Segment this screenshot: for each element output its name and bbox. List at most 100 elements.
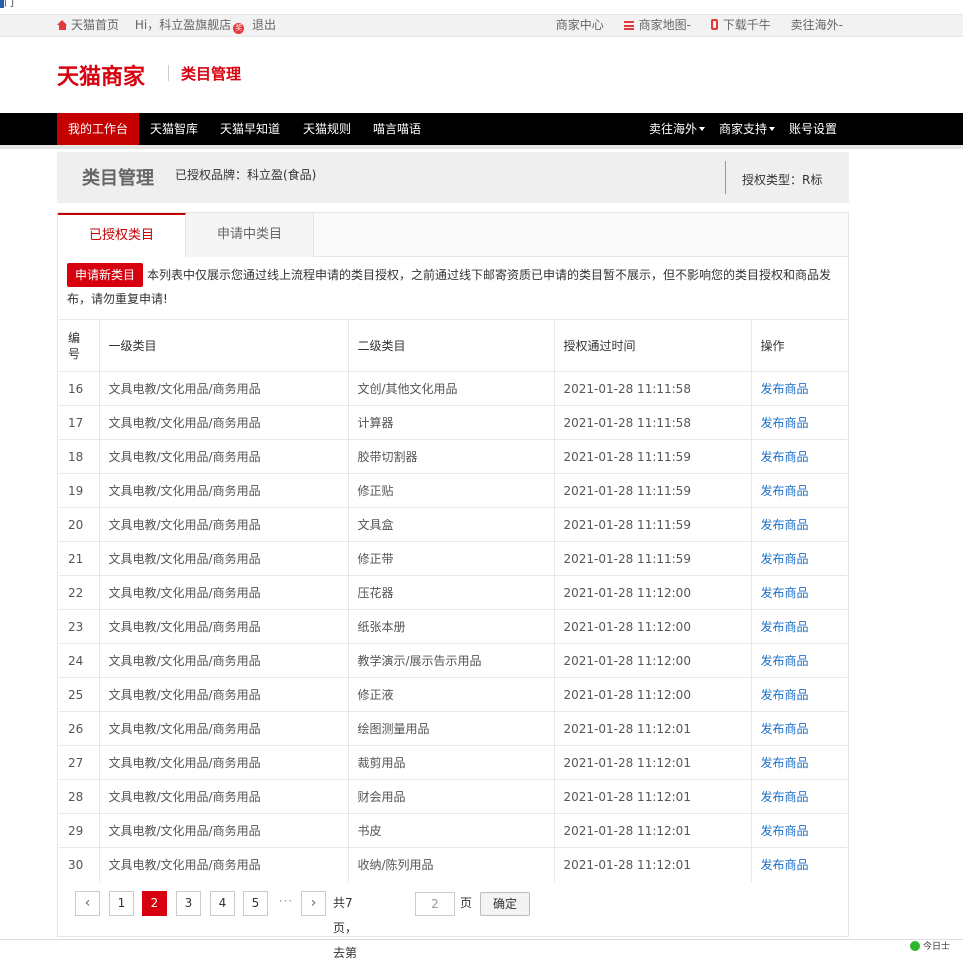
nav-miao-yan[interactable]: 喵言喵语 <box>362 113 432 145</box>
row-number: 27 <box>59 745 100 780</box>
row-action: 发布商品 <box>751 745 847 780</box>
nav-merchant-support[interactable]: 商家支持 <box>708 113 786 145</box>
row-level1: 文具电教/文化用品/商务用品 <box>99 541 349 576</box>
next-page-button[interactable]: › <box>301 891 326 916</box>
row-level2: 胶带切割器 <box>348 439 555 474</box>
category-panel: 已授权类目 申请中类目 申请新类目 本列表中仅展示您通过线上流程申请的类目授权，之… <box>57 212 849 960</box>
download-qianniu-link[interactable]: 下载千牛 <box>710 18 771 32</box>
page-3-button[interactable]: 3 <box>176 891 201 916</box>
row-action: 发布商品 <box>751 677 847 712</box>
nav-tmall-think-tank[interactable]: 天猫智库 <box>139 113 209 145</box>
tab-authorized-categories[interactable]: 已授权类目 <box>58 213 186 258</box>
row-level2: 收纳/陈列用品 <box>348 847 555 882</box>
goto-page-input[interactable] <box>415 892 455 916</box>
row-number: 19 <box>59 473 100 508</box>
row-level1: 文具电教/文化用品/商务用品 <box>99 371 349 406</box>
row-auth-time: 2021-01-28 11:12:00 <box>554 609 752 644</box>
prev-page-button[interactable]: ‹ <box>75 891 100 916</box>
merchant-map-link[interactable]: 商家地图- <box>623 18 691 32</box>
main-nav: 我的工作台 天猫智库 天猫早知道 天猫规则 喵言喵语 卖往海外 商家支持 账号设… <box>0 113 963 145</box>
logout-link[interactable]: 退出 <box>252 18 276 32</box>
table-row: 16 文具电教/文化用品/商务用品 文创/其他文化用品 2021-01-28 11:1… <box>59 371 847 406</box>
row-level1: 文具电教/文化用品/商务用品 <box>99 405 349 440</box>
apply-new-category-button[interactable]: 申请新类目 <box>67 263 144 287</box>
row-level2: 书皮 <box>348 813 555 848</box>
row-auth-time: 2021-01-28 11:12:01 <box>554 847 752 882</box>
notice: 申请新类目 本列表中仅展示您通过线上流程申请的类目授权，之前通过线下邮寄资质已申请… <box>67 263 847 311</box>
tab-bar: 已授权类目 申请中类目 <box>58 213 848 258</box>
row-level1: 文具电教/文化用品/商务用品 <box>99 677 349 712</box>
pager-suffix: 页 <box>460 896 473 910</box>
home-icon <box>57 20 68 30</box>
row-auth-time: 2021-01-28 11:12:01 <box>554 745 752 780</box>
row-level2: 财会用品 <box>348 779 555 814</box>
publish-product-link[interactable]: 发布商品 <box>761 552 809 566</box>
publish-product-link[interactable]: 发布商品 <box>761 654 809 668</box>
row-level2: 纸张本册 <box>348 609 555 644</box>
home-link[interactable]: 天猫首页 <box>57 18 119 32</box>
row-action: 发布商品 <box>751 541 847 576</box>
page-5-button[interactable]: 5 <box>243 891 268 916</box>
row-number: 21 <box>59 541 100 576</box>
row-level1: 文具电教/文化用品/商务用品 <box>99 813 349 848</box>
publish-product-link[interactable]: 发布商品 <box>761 858 809 872</box>
row-action: 发布商品 <box>751 813 847 848</box>
goto-confirm-button[interactable]: 确定 <box>480 892 530 916</box>
row-number: 23 <box>59 609 100 644</box>
row-auth-time: 2021-01-28 11:11:58 <box>554 405 752 440</box>
row-auth-time: 2021-01-28 11:11:59 <box>554 473 752 508</box>
row-action: 发布商品 <box>751 371 847 406</box>
nav-tmall-rules[interactable]: 天猫规则 <box>292 113 362 145</box>
row-action: 发布商品 <box>751 779 847 814</box>
row-number: 17 <box>59 405 100 440</box>
row-action: 发布商品 <box>751 473 847 508</box>
row-level2: 修正液 <box>348 677 555 712</box>
table-row: 24 文具电教/文化用品/商务用品 教学演示/展示告示用品 2021-01-28 11… <box>59 643 847 678</box>
auth-type: 授权类型：R标 <box>742 173 823 187</box>
merchant-center-link[interactable]: 商家中心 <box>556 18 604 32</box>
page-1-button[interactable]: 1 <box>109 891 134 916</box>
page-4-button[interactable]: 4 <box>210 891 235 916</box>
top-bar: 天猫首页 Hi，科立盈旗舰店奖 退出 商家中心 商家地图- 下载千牛 卖往海外- <box>0 14 963 37</box>
tab-pending-categories[interactable]: 申请中类目 <box>186 213 314 257</box>
tmall-logo[interactable]: 天猫商家 <box>57 59 145 91</box>
table-row: 28 文具电教/文化用品/商务用品 财会用品 2021-01-28 11:12:01 发… <box>59 779 847 814</box>
row-level2: 修正贴 <box>348 473 555 508</box>
publish-product-link[interactable]: 发布商品 <box>761 586 809 600</box>
authorized-brand: 已授权品牌：科立盈(食品) <box>175 168 317 182</box>
publish-product-link[interactable]: 发布商品 <box>761 518 809 532</box>
publish-product-link[interactable]: 发布商品 <box>761 722 809 736</box>
table-row: 27 文具电教/文化用品/商务用品 裁剪用品 2021-01-28 11:12:01 发… <box>59 745 847 780</box>
nav-tmall-early-know[interactable]: 天猫早知道 <box>209 113 291 145</box>
bottom-fragment: 今日士 <box>910 939 950 952</box>
nav-sell-overseas[interactable]: 卖往海外 <box>638 113 716 145</box>
publish-product-link[interactable]: 发布商品 <box>761 688 809 702</box>
page-title: 类目管理 <box>82 168 154 189</box>
nav-my-workbench[interactable]: 我的工作台 <box>57 113 140 145</box>
sell-overseas-link[interactable]: 卖往海外- <box>791 18 843 32</box>
list-icon <box>623 21 634 30</box>
header: 天猫商家 类目管理 <box>0 37 963 113</box>
row-level1: 文具电教/文化用品/商务用品 <box>99 609 349 644</box>
row-auth-time: 2021-01-28 11:12:00 <box>554 575 752 610</box>
publish-product-link[interactable]: 发布商品 <box>761 824 809 838</box>
row-number: 28 <box>59 779 100 814</box>
publish-product-link[interactable]: 发布商品 <box>761 620 809 634</box>
table-row: 25 文具电教/文化用品/商务用品 修正液 2021-01-28 11:12:00 发布… <box>59 677 847 712</box>
table-row: 26 文具电教/文化用品/商务用品 绘图测量用品 2021-01-28 11:12:0… <box>59 711 847 746</box>
row-auth-time: 2021-01-28 11:12:00 <box>554 677 752 712</box>
phone-icon <box>710 19 718 30</box>
publish-product-link[interactable]: 发布商品 <box>761 450 809 464</box>
page-2-button[interactable]: 2 <box>142 891 167 916</box>
row-auth-time: 2021-01-28 11:12:01 <box>554 711 752 746</box>
logo-divider <box>168 65 169 81</box>
publish-product-link[interactable]: 发布商品 <box>761 416 809 430</box>
nav-account-settings[interactable]: 账号设置 <box>778 113 848 145</box>
publish-product-link[interactable]: 发布商品 <box>761 790 809 804</box>
publish-product-link[interactable]: 发布商品 <box>761 756 809 770</box>
publish-product-link[interactable]: 发布商品 <box>761 484 809 498</box>
publish-product-link[interactable]: 发布商品 <box>761 382 809 396</box>
table-row: 22 文具电教/文化用品/商务用品 压花器 2021-01-28 11:12:00 发布… <box>59 575 847 610</box>
row-action: 发布商品 <box>751 575 847 610</box>
row-action: 发布商品 <box>751 847 847 882</box>
